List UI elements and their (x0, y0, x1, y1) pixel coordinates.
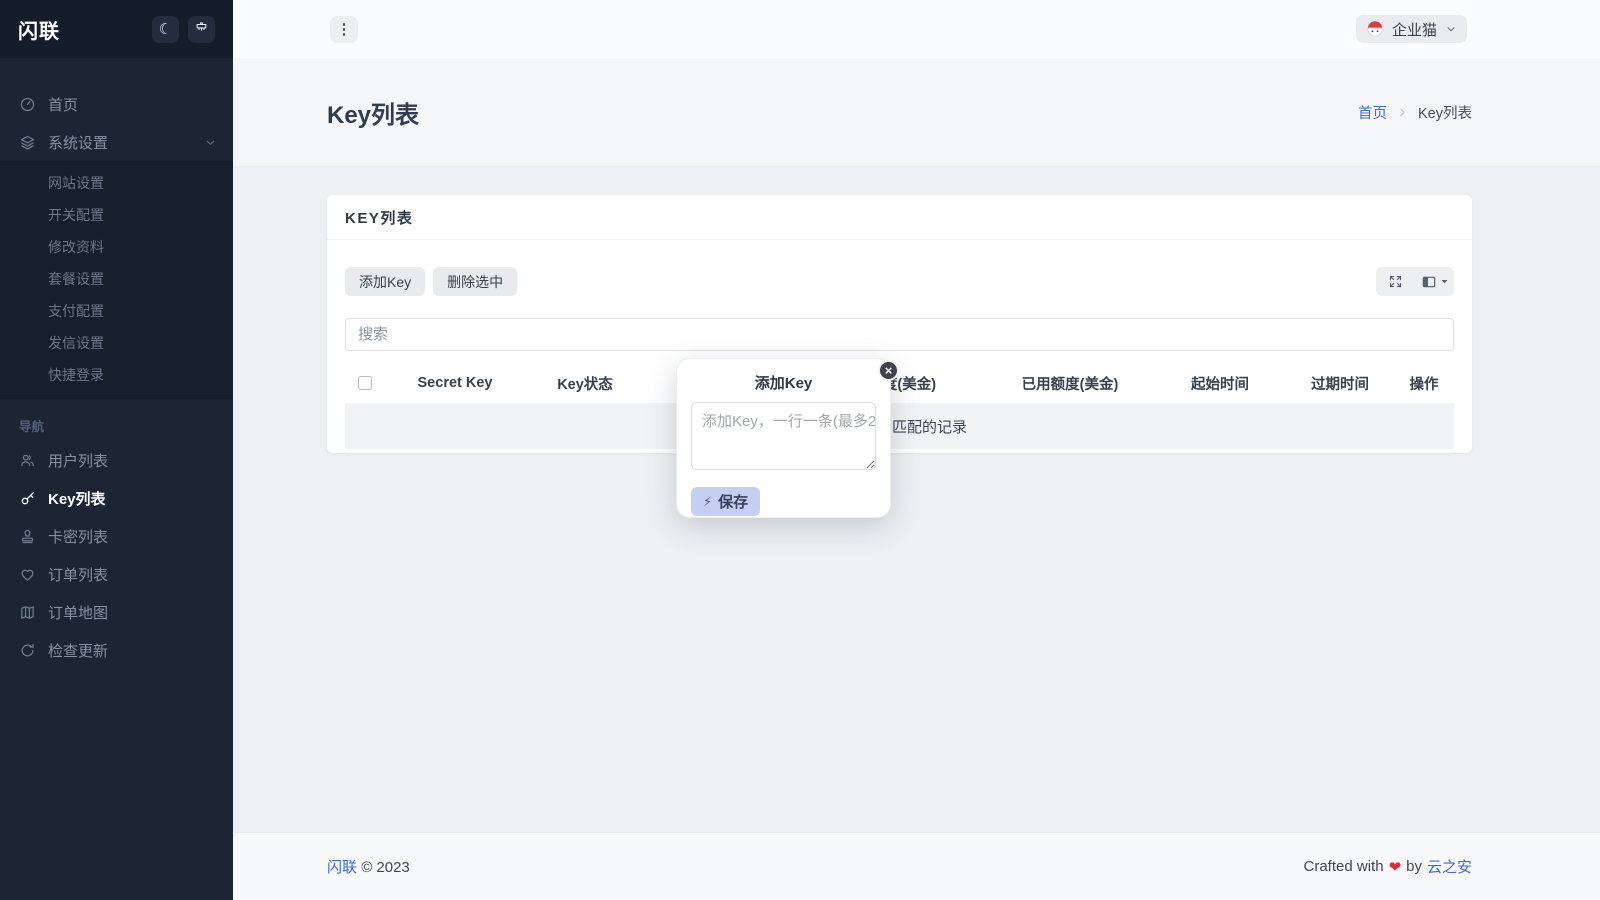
kebab-menu-icon: ⋮ (337, 20, 352, 38)
chevron-down-icon (204, 136, 217, 149)
submenu-item-edit-profile[interactable]: 修改资料 (0, 231, 233, 263)
map-icon (19, 604, 36, 621)
save-button-label: 保存 (718, 491, 748, 512)
footer-brand-link[interactable]: 闪联 (327, 859, 357, 876)
select-all-checkbox[interactable] (358, 376, 372, 390)
sidebar-item-label: 首页 (48, 94, 217, 115)
footer-left: 闪联 © 2023 (327, 856, 410, 877)
sidebar-section-label: 导航 (0, 416, 233, 435)
footer-author-link[interactable]: 云之安 (1427, 856, 1472, 877)
footer-right: Crafted with ❤ by 云之安 (1304, 856, 1472, 877)
add-key-button[interactable]: 添加Key (345, 267, 425, 296)
sidebar-item-label: Key列表 (48, 488, 217, 509)
sidebar-item-card-list[interactable]: 卡密列表 (0, 517, 233, 555)
system-settings-submenu: 网站设置 开关配置 修改资料 套餐设置 支付配置 发信设置 快捷登录 (0, 161, 233, 399)
sidebar-item-label: 用户列表 (48, 450, 217, 471)
column-header-secret-key[interactable]: Secret Key (385, 375, 525, 391)
stamp-icon (19, 528, 36, 545)
sidebar-item-system-settings[interactable]: 系统设置 (0, 123, 233, 161)
dashboard-icon (19, 96, 36, 113)
sidebar-item-label: 订单地图 (48, 602, 217, 623)
locale-selector[interactable]: 企业猫 (1356, 15, 1467, 43)
sidebar-nav: 首页 系统设置 网站设置 开关配置 修改资料 套餐设置 支付配置 发信设置 快捷… (0, 58, 233, 669)
locale-label: 企业猫 (1392, 19, 1437, 40)
columns-icon (1421, 274, 1437, 290)
column-header-expire-time[interactable]: 过期时间 (1285, 373, 1395, 394)
search-input[interactable] (345, 318, 1454, 351)
content-area: KEY列表 添加Key 删除选中 (233, 166, 1600, 832)
submenu-item-quick-login[interactable]: 快捷登录 (0, 359, 233, 391)
sidebar-item-key-list[interactable]: Key列表 (0, 479, 233, 517)
layers-icon (19, 134, 36, 151)
update-icon (19, 642, 36, 659)
save-button[interactable]: ⚡ 保存 (691, 487, 760, 516)
page-title: Key列表 (327, 95, 419, 130)
breadcrumb: 首页 Key列表 (1358, 102, 1472, 123)
heart-icon: ❤ (1389, 858, 1402, 876)
submenu-item-plan-settings[interactable]: 套餐设置 (0, 263, 233, 295)
sidebar-item-order-list[interactable]: 订单列表 (0, 555, 233, 593)
theme-toggle-button[interactable]: ☾ (152, 16, 179, 43)
column-header-actions[interactable]: 操作 (1395, 373, 1453, 394)
column-header-used-quota[interactable]: 已用额度(美金) (985, 373, 1155, 394)
submenu-item-payment-config[interactable]: 支付配置 (0, 295, 233, 327)
brand-logo: 闪联 (18, 15, 143, 44)
users-icon (19, 452, 36, 469)
card-title: KEY列表 (327, 195, 1472, 240)
key-table: Secret Key Key状态 总额度(美金) 已用额度(美金) 起始时间 过… (345, 363, 1454, 449)
breadcrumb-home-link[interactable]: 首页 (1358, 102, 1387, 123)
column-header-start-time[interactable]: 起始时间 (1155, 373, 1285, 394)
submenu-item-mail-settings[interactable]: 发信设置 (0, 327, 233, 359)
submenu-item-site-settings[interactable]: 网站设置 (0, 167, 233, 199)
brush-icon (194, 22, 209, 37)
sidebar-item-check-update[interactable]: 检查更新 (0, 631, 233, 669)
columns-visibility-button[interactable] (1415, 267, 1454, 296)
sidebar-item-label: 卡密列表 (48, 526, 217, 547)
key-icon (19, 490, 36, 507)
table-header-row: Secret Key Key状态 总额度(美金) 已用额度(美金) 起始时间 过… (345, 363, 1454, 403)
sidebar-item-home[interactable]: 首页 (0, 85, 233, 123)
breadcrumb-current: Key列表 (1418, 102, 1472, 123)
chevron-right-icon (1396, 106, 1409, 119)
sidebar-item-user-list[interactable]: 用户列表 (0, 441, 233, 479)
table-empty-row: 没有找到匹配的记录 (345, 403, 1454, 449)
add-key-textarea[interactable] (691, 402, 876, 470)
table-toolbar: 添加Key 删除选中 (345, 267, 1454, 296)
heart-icon (19, 566, 36, 583)
sidebar-item-order-map[interactable]: 订单地图 (0, 593, 233, 631)
footer-by-text: by (1406, 858, 1422, 875)
footer-crafted-text: Crafted with (1304, 858, 1384, 875)
sidebar-item-label: 系统设置 (48, 132, 204, 153)
sidebar-item-label: 检查更新 (48, 640, 217, 661)
popover-title: 添加Key (691, 372, 876, 393)
mascot-flag-icon (1366, 20, 1384, 38)
expand-icon (1388, 274, 1403, 289)
fullscreen-button[interactable] (1376, 267, 1415, 296)
add-key-popover: × 添加Key ⚡ 保存 (676, 358, 891, 518)
kebab-menu-button[interactable]: ⋮ (330, 16, 358, 43)
lightning-icon: ⚡ (703, 494, 712, 510)
key-list-card: KEY列表 添加Key 删除选中 (327, 195, 1472, 453)
close-icon[interactable]: × (878, 360, 899, 381)
delete-selected-button[interactable]: 删除选中 (433, 267, 517, 296)
sidebar-item-label: 订单列表 (48, 564, 217, 585)
footer-copyright: © 2023 (361, 859, 410, 876)
chevron-down-icon (1445, 23, 1457, 35)
sidebar-header: 闪联 ☾ (0, 0, 233, 58)
customize-button[interactable] (188, 16, 215, 43)
column-header-key-status[interactable]: Key状态 (525, 373, 645, 394)
card-body: 添加Key 删除选中 (327, 240, 1472, 453)
table-tools-group (1376, 267, 1454, 296)
submenu-item-switch-config[interactable]: 开关配置 (0, 199, 233, 231)
chevron-down-icon (1440, 277, 1449, 286)
moon-icon: ☾ (159, 22, 172, 37)
select-all-cell (345, 376, 385, 390)
page-header: Key列表 首页 Key列表 (233, 58, 1600, 166)
sidebar: 闪联 ☾ 首页 (0, 0, 233, 900)
topbar: ⋮ 企业猫 (233, 0, 1600, 58)
footer: 闪联 © 2023 Crafted with ❤ by 云之安 (233, 832, 1600, 900)
